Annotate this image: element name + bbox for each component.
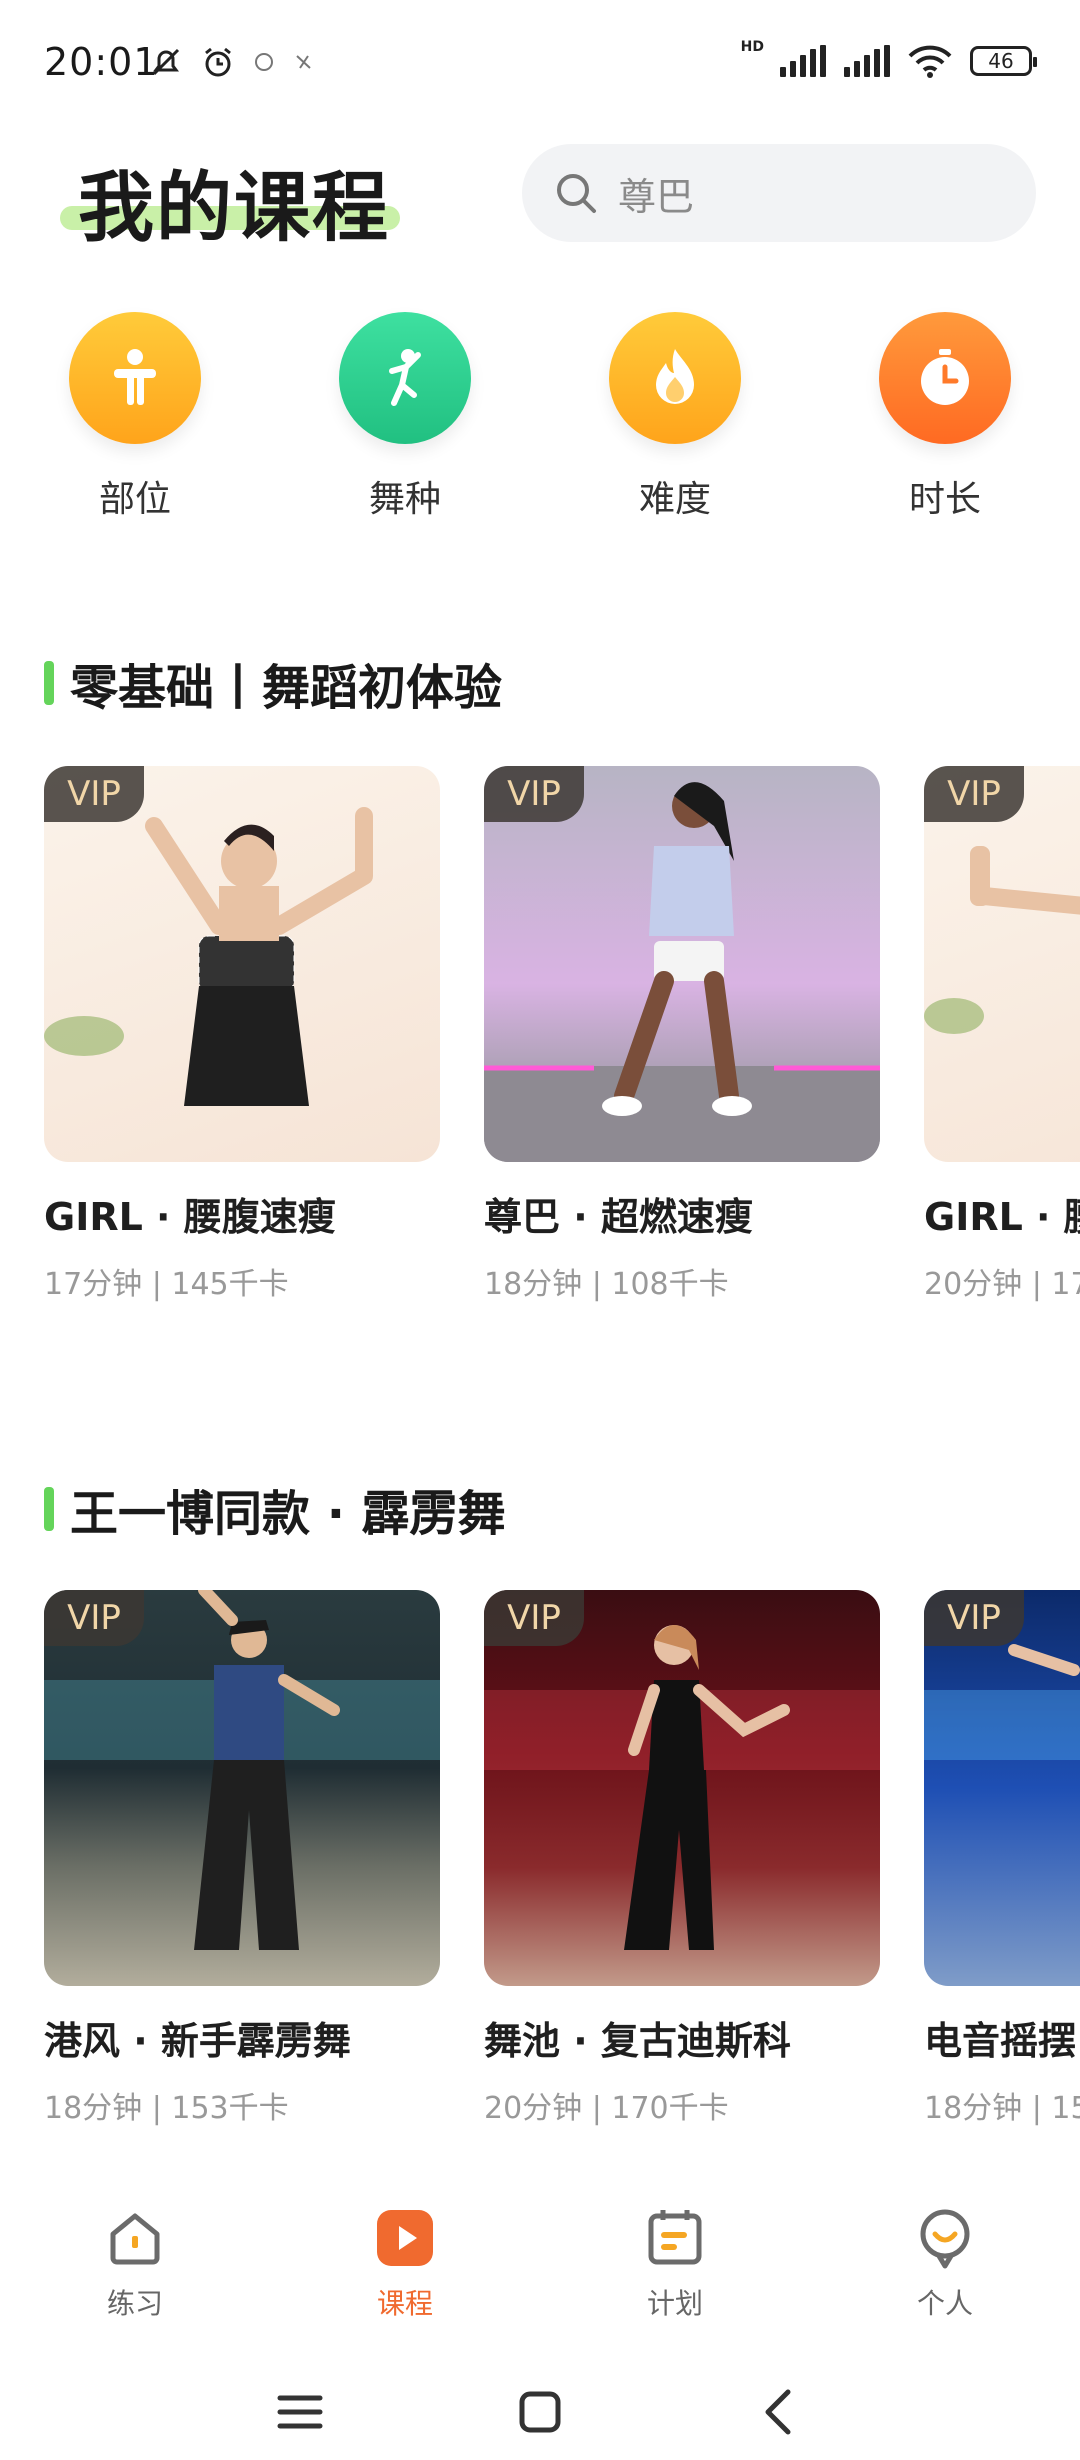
category-dance-style[interactable]: 舞种 [305, 312, 505, 522]
back-icon[interactable] [750, 2382, 810, 2442]
course-card[interactable]: VIP 舞池 · 复古迪斯科 20分钟 | 170千卡 [484, 1590, 880, 2127]
search-placeholder: 尊巴 [618, 174, 695, 219]
section-title: 零基础丨舞蹈初体验 [70, 660, 503, 716]
search-bar[interactable]: 尊巴 [522, 144, 1036, 242]
tab-practice[interactable]: 练习 [55, 2196, 215, 2322]
course-card[interactable]: VIP 电音摇摆 18分钟 | 15 [924, 1590, 1080, 2127]
vip-badge: VIP [44, 1590, 144, 1646]
category-row: 部位 舞种 难度 时长 [0, 312, 1080, 532]
course-meta: 20分钟 | 17 [924, 1267, 1080, 1302]
course-card[interactable]: VIP GIRL · 腰 20分钟 | 17 [924, 766, 1080, 1303]
dancer-icon [389, 349, 421, 406]
course-title: 尊巴 · 超燃速瘦 [484, 1195, 753, 1239]
battery-icon: 46 [970, 46, 1037, 76]
app-icon [296, 55, 311, 69]
vip-badge: VIP [44, 766, 144, 822]
wifi-icon [908, 45, 952, 78]
bottom-tab-bar: 练习 课程 计划 个人 [0, 2196, 1080, 2346]
course-card[interactable]: VIP 尊巴 · 超燃速瘦 18分钟 | 108千卡 [484, 766, 880, 1303]
tab-profile[interactable]: 个人 [865, 2196, 1025, 2322]
category-body-part[interactable]: 部位 [35, 312, 235, 522]
search-icon [557, 174, 596, 213]
vip-badge: VIP [924, 766, 1024, 822]
vip-badge: VIP [924, 1590, 1024, 1646]
course-title: 电音摇摆 [924, 2019, 1077, 2063]
mute-icon [152, 48, 180, 76]
category-label: 时长 [908, 479, 981, 520]
vip-badge: VIP [484, 766, 584, 822]
category-circle [879, 312, 1011, 444]
signal-icon [844, 45, 890, 77]
home-icon [110, 2213, 160, 2265]
dancer-illustration [484, 782, 880, 1162]
category-circle [69, 312, 201, 444]
course-title: GIRL · 腰 [924, 1195, 1080, 1239]
category-difficulty[interactable]: 难度 [575, 312, 775, 522]
app-icon [255, 53, 273, 71]
dancer-illustration [484, 1625, 880, 1950]
calendar-icon [648, 2210, 702, 2265]
course-title: GIRL · 腰腹速瘦 [44, 1195, 336, 1239]
vip-badge: VIP [484, 1590, 584, 1646]
course-thumbnail: VIP [44, 1590, 440, 1986]
home-button-icon[interactable] [510, 2382, 570, 2442]
section-header: 王一博同款 · 霹雳舞 [44, 1474, 506, 1544]
course-meta: 18分钟 | 153千卡 [44, 2091, 289, 2126]
course-card[interactable]: VIP GIRL · 腰腹速瘦 17分钟 | 145千卡 [44, 766, 440, 1303]
dancer-illustration [924, 1644, 1080, 1760]
alarm-icon [205, 47, 231, 77]
course-meta: 18分钟 | 15 [924, 2091, 1080, 2126]
courses-page: 20:01 HD 46 我的课程 尊巴 部位 舞种 难度 时长 零基础丨舞蹈初体… [0, 0, 1080, 2460]
status-bar: 20:01 HD 46 [0, 0, 1080, 130]
section-header: 零基础丨舞蹈初体验 [44, 648, 502, 718]
section-title: 王一博同款 · 霹雳舞 [70, 1486, 506, 1542]
category-label: 部位 [98, 479, 171, 520]
body-icon [114, 349, 156, 405]
section-accent-bar [44, 661, 54, 705]
hd-label: HD [740, 39, 764, 55]
signal-icon [780, 45, 826, 77]
battery-level: 46 [988, 49, 1014, 73]
category-label: 难度 [638, 479, 711, 520]
dancer-illustration [44, 1590, 440, 1950]
dancer-illustration [924, 846, 1080, 1034]
course-thumbnail: VIP [44, 766, 440, 1162]
course-thumbnail: VIP [484, 766, 880, 1162]
category-circle [339, 312, 471, 444]
menu-icon[interactable] [270, 2382, 330, 2442]
course-thumbnail: VIP [484, 1590, 880, 1986]
stopwatch-icon [921, 349, 969, 405]
course-carousel[interactable]: VIP 港风 · 新手霹雳舞 18分钟 | 153千卡 VIP 舞池 · 复古迪… [44, 1590, 1080, 2150]
course-card[interactable]: VIP 港风 · 新手霹雳舞 18分钟 | 153千卡 [44, 1590, 440, 2127]
course-meta: 17分钟 | 145千卡 [44, 1267, 289, 1302]
section-accent-bar [44, 1487, 54, 1531]
course-meta: 18分钟 | 108千卡 [484, 1267, 729, 1302]
profile-icon [920, 2209, 970, 2269]
system-navigation-bar [0, 2360, 1080, 2460]
category-circle [609, 312, 741, 444]
tab-label: 计划 [646, 2287, 703, 2320]
course-thumbnail: VIP [924, 1590, 1080, 1986]
course-thumbnail: VIP [924, 766, 1080, 1162]
page-title-block: 我的课程 [60, 140, 410, 252]
course-title: 港风 · 新手霹雳舞 [44, 2019, 351, 2063]
flame-icon [656, 349, 694, 404]
course-meta: 20分钟 | 170千卡 [484, 2091, 729, 2126]
play-icon [377, 2210, 433, 2266]
dancer-illustration [44, 807, 373, 1106]
course-title: 舞池 · 复古迪斯科 [484, 2019, 791, 2063]
category-duration[interactable]: 时长 [845, 312, 1045, 522]
tab-label: 练习 [106, 2287, 163, 2320]
tab-plan[interactable]: 计划 [595, 2196, 755, 2322]
tab-courses[interactable]: 课程 [325, 2196, 485, 2322]
page-title: 我的课程 [78, 163, 390, 252]
tab-label: 个人 [916, 2287, 973, 2320]
course-carousel[interactable]: VIP GIRL · 腰腹速瘦 17分钟 | 145千卡 VIP 尊巴 · 超燃… [44, 766, 1080, 1326]
category-label: 舞种 [368, 479, 441, 520]
tab-label: 课程 [376, 2287, 433, 2320]
status-time: 20:01 [44, 40, 159, 84]
